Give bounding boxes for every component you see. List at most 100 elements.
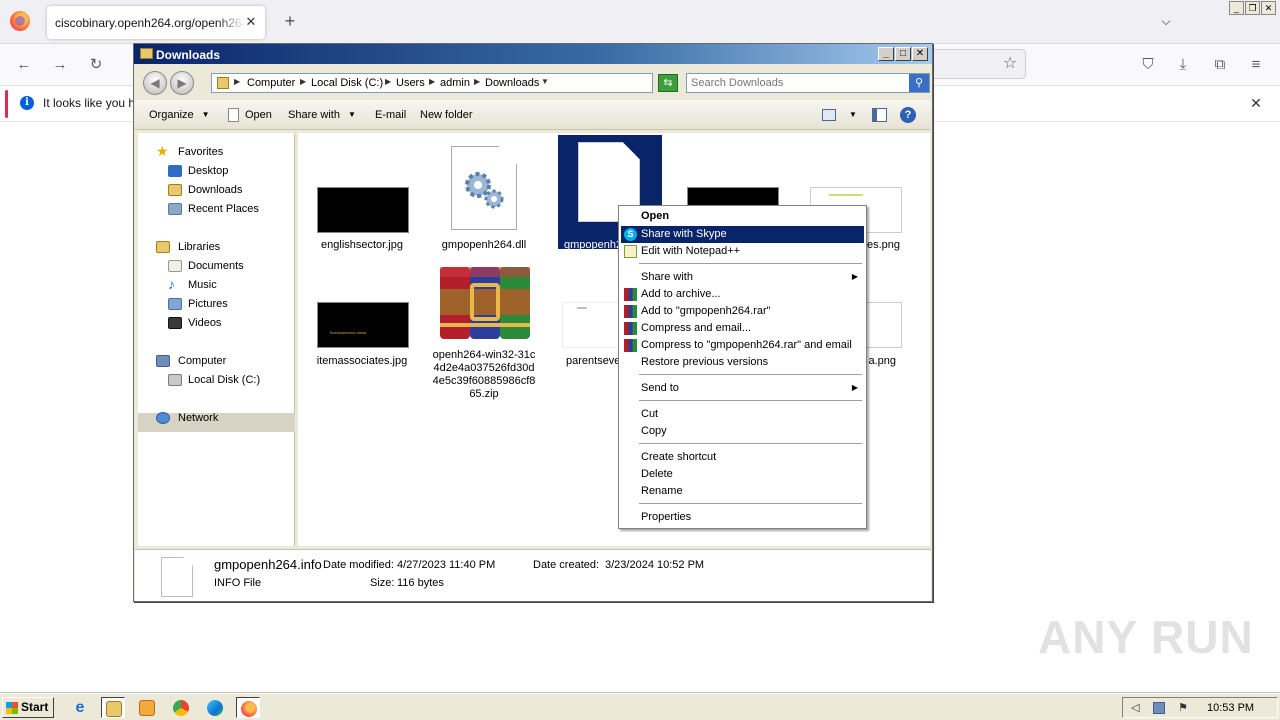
speaker-icon[interactable]: ◁ [1131,702,1143,714]
details-file-type: INFO File [214,577,262,589]
reload-icon[interactable]: ↻ [86,56,106,74]
file-item[interactable]: englishsector.jpg [310,137,414,251]
menu-item-edit-with-notepad-plus-plus[interactable]: Edit with Notepad++ [621,243,864,260]
taskbar-explorer[interactable] [101,697,125,718]
document-icon [228,108,239,122]
menu-item-compress-to-rar-and-email[interactable]: Compress to "gmpopenh264.rar" and email [621,337,864,354]
breadcrumb-arrow-icon[interactable]: ▶ [385,77,391,86]
windows-logo-icon [6,702,18,714]
taskbar-edge[interactable] [203,697,227,718]
forward-button[interactable]: ▶ [170,71,194,95]
notification-close-icon[interactable]: ✕ [1248,95,1264,111]
breadcrumb-downloads[interactable]: Downloads [485,77,539,89]
menu-item-cut[interactable]: Cut [621,406,864,423]
taskbar-chrome[interactable] [169,697,193,718]
extensions-icon[interactable]: ⧉ [1210,56,1230,74]
menu-item-label: Cut [641,408,659,420]
computer-icon [156,355,170,367]
menu-item-add-to-archive[interactable]: Add to archive... [621,286,864,303]
downloads-icon[interactable]: ⤓ [1173,56,1193,74]
email-button[interactable]: E-mail [375,109,406,121]
maximize-button[interactable]: □ [895,47,911,61]
search-box[interactable]: ⚲ [686,73,930,93]
network-icon[interactable] [1153,702,1165,714]
clock[interactable]: 10:53 PM [1207,702,1254,714]
menu-item-share-with[interactable]: Share with ▶ [621,269,864,286]
new-tab-icon[interactable]: + [281,12,299,30]
menu-item-properties[interactable]: Properties [621,509,864,526]
file-item[interactable]: gmpopenh264.dll [432,137,536,251]
forward-arrow-icon[interactable]: → [50,56,70,74]
details-file-name: gmpopenh264.info [214,557,322,572]
pocket-icon[interactable]: ⛉ [1138,56,1158,74]
close-button[interactable]: ✕ [912,47,928,61]
menu-item-restore-previous-versions[interactable]: Restore previous versions [621,354,864,371]
start-button[interactable]: Start [2,697,54,718]
menu-item-label: Restore previous versions [641,356,769,368]
menu-item-label: Compress and email... [641,322,752,334]
preview-pane-icon[interactable] [872,108,887,122]
browser-tab-strip: ciscobinary.openh264.org/openh264-win32-… [0,0,1280,44]
minimize-button[interactable]: _ [878,47,894,61]
search-input[interactable] [691,77,901,89]
nav-label: Documents [188,260,244,272]
menu-item-add-to-rar[interactable]: Add to "gmpopenh264.rar" [621,303,864,320]
winrar-icon [624,288,637,301]
nav-label: Desktop [188,165,229,177]
flag-icon[interactable]: ⚑ [1178,702,1190,714]
file-item[interactable]: Businessnews ideas itemassociates.jpg [310,255,414,367]
nav-label: Downloads [188,184,243,196]
taskbar-firefox[interactable] [236,697,260,718]
menu-separator [639,443,862,444]
hamburger-menu-icon[interactable]: ≡ [1246,56,1266,74]
breadcrumb-arrow-icon[interactable]: ▶ [429,77,435,86]
menu-separator [639,400,862,401]
browser-close-button[interactable]: ✕ [1261,1,1276,15]
breadcrumb-local-disk[interactable]: Local Disk (C:) [311,77,383,89]
nav-label: Recent Places [188,203,259,215]
breadcrumb-computer[interactable]: Computer [247,77,295,89]
nav-label: Computer [178,355,227,367]
winrar-icon [624,339,637,352]
taskbar-media-player[interactable] [135,697,159,718]
breadcrumb-arrow-icon[interactable]: ▶ [300,77,306,86]
bookmark-star-icon[interactable]: ☆ [1001,55,1019,73]
menu-item-send-to[interactable]: Send to ▶ [621,380,864,397]
address-row: ◀ ▶ ▶ Computer ▶ Local Disk (C:) ▶ Users… [135,65,931,99]
breadcrumb-arrow-icon[interactable]: ▶ [474,77,480,86]
taskbar-internet-explorer[interactable]: e [68,697,92,718]
change-view-icon[interactable] [822,109,836,121]
menu-item-compress-and-email[interactable]: Compress and email... [621,320,864,337]
menu-item-create-shortcut[interactable]: Create shortcut [621,449,864,466]
browser-minimize-button[interactable]: _ [1229,1,1244,15]
back-arrow-icon[interactable]: ← [14,56,34,74]
explorer-title-bar[interactable]: Downloads _ □ ✕ [134,44,932,64]
tab-list-chevron-icon[interactable]: ⌵ [1158,14,1174,30]
info-icon: i [20,96,34,110]
breadcrumb-arrow-icon[interactable]: ▶ [234,77,240,86]
back-button[interactable]: ◀ [143,71,167,95]
menu-item-copy[interactable]: Copy [621,423,864,440]
menu-item-delete[interactable]: Delete [621,466,864,483]
network-icon [156,412,170,424]
address-bar[interactable]: ▶ Computer ▶ Local Disk (C:) ▶ Users ▶ a… [211,73,724,93]
view-dropdown-arrow-icon[interactable]: ▼ [849,110,857,119]
browser-tab[interactable]: ciscobinary.openh264.org/openh264-win32-… [47,6,265,39]
folder-icon [106,701,122,717]
breadcrumb-users[interactable]: Users [396,77,425,89]
share-with-button[interactable]: Share with ▼ [288,109,356,121]
refresh-icon[interactable]: ⇆ [658,74,678,92]
file-item[interactable]: openh264-win32-31c4d2e4a037526fd30d4e5c3… [432,255,536,405]
organize-button[interactable]: Organize ▼ [149,109,210,121]
breadcrumb-admin[interactable]: admin [440,77,470,89]
breadcrumb-arrow-icon[interactable]: ▼ [541,77,549,86]
help-icon[interactable]: ? [900,107,916,123]
browser-restore-button[interactable]: ❐ [1245,1,1260,15]
search-icon[interactable]: ⚲ [909,74,929,92]
menu-item-open[interactable]: Open [621,208,864,225]
open-button[interactable]: Open [245,109,272,121]
tab-close-icon[interactable]: ✕ [243,14,259,30]
menu-item-rename[interactable]: Rename [621,483,864,500]
menu-item-share-with-skype[interactable]: S Share with Skype [621,226,864,243]
new-folder-button[interactable]: New folder [420,109,473,121]
